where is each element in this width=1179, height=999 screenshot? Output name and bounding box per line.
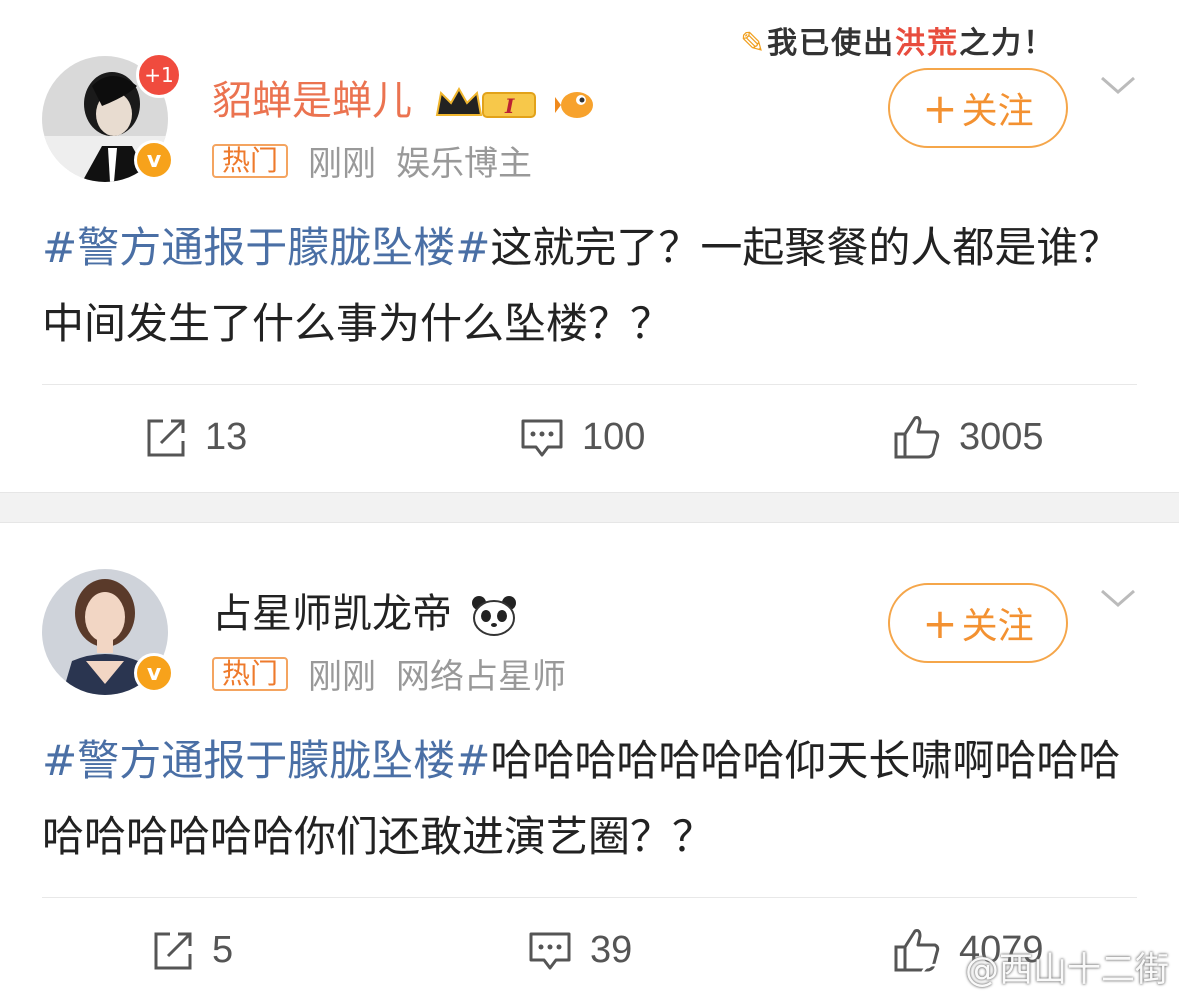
user-role: 娱乐博主: [396, 144, 533, 184]
like-icon: [894, 416, 940, 459]
user-role: 网络占星师: [396, 657, 567, 697]
panda-icon: [471, 596, 516, 636]
verified-badge: v: [134, 653, 174, 693]
follow-button[interactable]: + 关注: [888, 68, 1068, 148]
separator: [42, 384, 1137, 385]
follow-button[interactable]: + 关注: [888, 583, 1068, 663]
comment-icon: [521, 419, 563, 456]
post-card: v 占星师凯龙帝 热门 刚刚 网络占星师 + 关注 #警方通报于朦胧坠楼#哈哈哈哈…: [0, 523, 1179, 999]
chevron-down-icon[interactable]: [1098, 583, 1138, 613]
svg-text:I: I: [504, 94, 515, 118]
post-content[interactable]: #警方通报于朦胧坠楼#哈哈哈哈哈哈哈仰天长啸啊哈哈哈哈哈哈哈哈哈你们还敢进演艺圈…: [42, 723, 1142, 875]
emoji-banner: ✎我已使出洪荒之力！: [740, 26, 1056, 61]
comment-icon: [529, 932, 571, 969]
repost-button[interactable]: 5: [152, 929, 233, 972]
weibo-logo-icon: [920, 959, 953, 986]
post-meta: 热门 刚刚 娱乐博主: [212, 136, 532, 185]
hot-tag: 热门: [212, 656, 289, 691]
crown-icon: I: [435, 86, 536, 118]
topic-link[interactable]: #警方通报于朦胧坠楼#: [42, 736, 490, 785]
topic-link[interactable]: #警方通报于朦胧坠楼#: [42, 223, 490, 272]
verified-badge: v: [134, 140, 174, 180]
post-time: 刚刚: [308, 657, 377, 697]
hot-tag: 热门: [212, 143, 289, 178]
post-time: 刚刚: [308, 144, 377, 184]
chevron-down-icon[interactable]: [1098, 70, 1138, 100]
watermark: @西山十二街: [920, 942, 1169, 991]
post-content[interactable]: #警方通报于朦胧坠楼#这就完了？一起聚餐的人都是谁？中间发生了什么事为什么坠楼？…: [42, 210, 1142, 362]
post-card: ✎我已使出洪荒之力！ +1 v 貂蝉是蝉儿 I 热门 刚刚 娱乐博主 + 关注 …: [0, 0, 1179, 492]
feed-divider: [0, 492, 1179, 523]
repost-icon: [147, 419, 185, 456]
repost-icon: [154, 932, 192, 969]
action-bar: 13 100 3005: [0, 402, 1179, 472]
notification-badge: +1: [136, 52, 182, 98]
username[interactable]: 占星师凯龙帝: [212, 581, 517, 639]
comment-button[interactable]: 39: [528, 929, 632, 972]
username[interactable]: 貂蝉是蝉儿 I: [212, 68, 599, 126]
fish-icon: [555, 92, 594, 118]
avatar[interactable]: v: [42, 569, 174, 695]
post-meta: 热门 刚刚 网络占星师: [212, 649, 566, 698]
repost-button[interactable]: 13: [145, 416, 247, 459]
avatar[interactable]: +1 v: [42, 52, 182, 182]
comment-button[interactable]: 100: [520, 416, 645, 459]
separator: [42, 897, 1137, 898]
like-button[interactable]: 3005: [893, 414, 1044, 460]
